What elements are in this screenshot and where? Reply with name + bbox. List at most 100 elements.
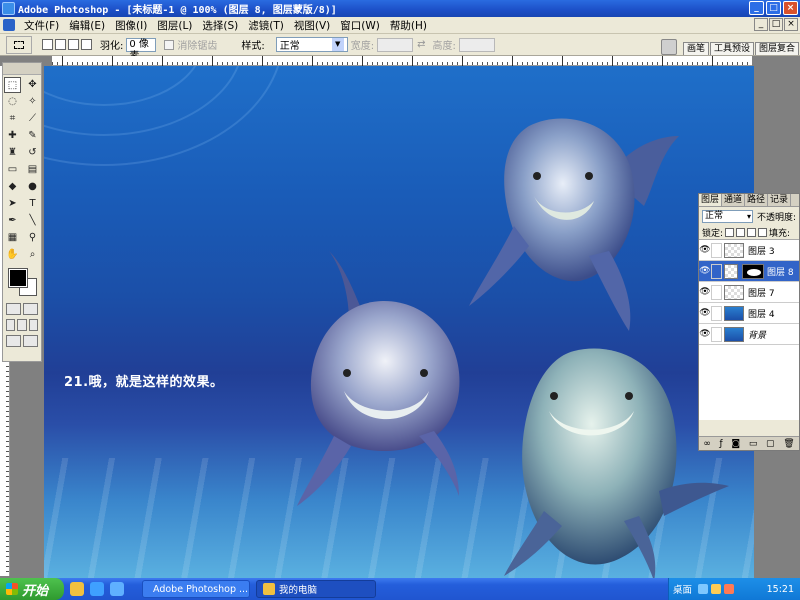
jump-to-imageready-icon[interactable]	[6, 335, 21, 347]
layer-row[interactable]: 👁 图层 3	[699, 240, 799, 261]
quicklaunch-media-icon[interactable]	[110, 582, 124, 596]
menu-window[interactable]: 窗口(W)	[335, 18, 385, 33]
menu-image[interactable]: 图像(I)	[110, 18, 152, 33]
lock-image-icon[interactable]	[736, 227, 746, 237]
layer-row[interactable]: 👁 背景	[699, 324, 799, 345]
new-group-icon[interactable]: ▭	[749, 439, 758, 449]
height-input[interactable]	[458, 37, 495, 52]
pen-tool-icon[interactable]: ✒	[4, 213, 21, 229]
menu-view[interactable]: 视图(V)	[289, 18, 335, 33]
eraser-tool-icon[interactable]: ▭	[4, 162, 21, 178]
link-layers-icon[interactable]: ∞	[703, 439, 711, 449]
toolbox-grip[interactable]	[3, 63, 41, 75]
screen-mode-standard-icon[interactable]	[6, 319, 16, 331]
healing-brush-icon[interactable]: ✚	[4, 128, 21, 144]
well-tab-brushes[interactable]: 画笔	[682, 42, 709, 55]
trash-icon[interactable]: 🗑	[783, 439, 794, 449]
notes-tool-icon[interactable]: ▦	[4, 230, 21, 246]
type-tool-icon[interactable]: T	[24, 196, 41, 212]
clock[interactable]: 15:21	[767, 584, 794, 595]
blend-mode-select[interactable]: 正常	[702, 209, 753, 223]
gradient-tool-icon[interactable]: ▤	[24, 162, 41, 178]
add-selection-button[interactable]	[55, 39, 66, 50]
new-selection-button[interactable]	[42, 39, 53, 50]
layer-row[interactable]: 👁 图层 7	[699, 282, 799, 303]
tab-channels[interactable]: 通道	[722, 194, 746, 206]
link-box[interactable]	[711, 284, 722, 300]
menu-file[interactable]: 文件(F)	[19, 18, 64, 33]
file-browser-icon[interactable]	[660, 39, 677, 55]
tab-history[interactable]: 记录	[768, 194, 792, 206]
menu-filter[interactable]: 滤镜(T)	[243, 18, 289, 33]
history-brush-icon[interactable]: ↺	[24, 145, 41, 161]
menu-layer[interactable]: 图层(L)	[152, 18, 197, 33]
tab-layers[interactable]: 图层	[699, 194, 723, 206]
link-box[interactable]	[711, 305, 722, 321]
tray-network-icon[interactable]	[698, 584, 709, 594]
style-select[interactable]: 正常 ▼	[275, 37, 348, 52]
zoom-tool-icon[interactable]: ⌕	[24, 247, 41, 263]
menu-help[interactable]: 帮助(H)	[385, 18, 432, 33]
desktop-toolbar-label[interactable]: 桌面	[673, 582, 692, 596]
rectangular-marquee-icon[interactable]: ⬚	[4, 77, 21, 93]
tray-volume-icon[interactable]	[711, 584, 722, 594]
lock-position-icon[interactable]	[747, 227, 757, 237]
doc-restore-button[interactable]: □	[769, 18, 783, 31]
edit-in-imageready-icon[interactable]	[23, 335, 38, 347]
eye-icon[interactable]: 👁	[699, 245, 711, 255]
eye-icon[interactable]: 👁	[699, 266, 711, 276]
subtract-selection-button[interactable]	[68, 39, 79, 50]
new-layer-icon[interactable]: ▢	[766, 439, 775, 449]
well-tab-layer-comps[interactable]: 图层复合	[754, 42, 799, 55]
task-photoshop[interactable]: Adobe Photoshop ...	[142, 580, 250, 598]
lock-all-icon[interactable]	[758, 227, 768, 237]
layer-row-selected[interactable]: 👁 图层 8	[699, 261, 799, 282]
eye-icon[interactable]: 👁	[699, 308, 711, 318]
add-mask-icon[interactable]: ◙	[731, 439, 740, 449]
move-tool-icon[interactable]: ✥	[24, 77, 41, 93]
brush-tool-icon[interactable]: ✎	[24, 128, 41, 144]
screen-mode-full-icon[interactable]	[28, 319, 38, 331]
lasso-tool-icon[interactable]: ◌	[4, 94, 21, 110]
width-input[interactable]	[377, 37, 414, 52]
quicklaunch-ie-icon[interactable]	[90, 582, 104, 596]
layer-style-icon[interactable]: ƒ	[720, 439, 723, 449]
tool-preset-picker[interactable]	[6, 35, 32, 54]
eye-icon[interactable]: 👁	[699, 329, 711, 339]
tray-security-icon[interactable]	[724, 584, 735, 594]
blur-tool-icon[interactable]: ◆	[4, 179, 21, 195]
task-my-computer[interactable]: 我的电脑	[256, 580, 376, 598]
menu-edit[interactable]: 编辑(E)	[64, 18, 110, 33]
layer-mask-thumbnail[interactable]	[742, 263, 764, 279]
feather-input[interactable]: 0 像素	[126, 37, 157, 62]
eye-icon[interactable]: 👁	[699, 287, 711, 297]
minimize-button[interactable]: _	[749, 1, 764, 15]
start-button[interactable]: 开始	[0, 578, 64, 600]
document-icon[interactable]	[3, 19, 15, 31]
screen-mode-menu-icon[interactable]	[17, 319, 27, 331]
shape-tool-icon[interactable]: ╲	[24, 213, 41, 229]
foreground-color[interactable]	[8, 268, 28, 288]
doc-close-button[interactable]: ×	[784, 18, 798, 31]
swap-icon[interactable]: ⇄	[417, 39, 425, 50]
quicklaunch-folder-icon[interactable]	[70, 582, 84, 596]
clone-stamp-icon[interactable]: ♜	[4, 145, 21, 161]
link-box[interactable]	[711, 326, 722, 342]
eyedropper-icon[interactable]: ⚲	[24, 230, 41, 246]
well-tab-tool-presets[interactable]: 工具预设	[709, 42, 754, 55]
antialias-checkbox[interactable]	[164, 39, 175, 50]
crop-tool-icon[interactable]: ⌗	[4, 111, 21, 127]
link-box[interactable]	[711, 242, 722, 258]
standard-mode-icon[interactable]	[6, 303, 21, 315]
layer-row[interactable]: 👁 图层 4	[699, 303, 799, 324]
path-selection-icon[interactable]: ➤	[4, 196, 21, 212]
menu-select[interactable]: 选择(S)	[197, 18, 243, 33]
dodge-tool-icon[interactable]: ●	[24, 179, 41, 195]
magic-wand-icon[interactable]: ✧	[24, 94, 41, 110]
close-button[interactable]: ×	[783, 1, 798, 15]
tab-paths[interactable]: 路径	[745, 194, 769, 206]
slice-tool-icon[interactable]: ⟋	[24, 111, 41, 127]
maximize-button[interactable]: □	[766, 1, 781, 15]
intersect-selection-button[interactable]	[81, 39, 92, 50]
hand-tool-icon[interactable]: ✋	[4, 247, 21, 263]
